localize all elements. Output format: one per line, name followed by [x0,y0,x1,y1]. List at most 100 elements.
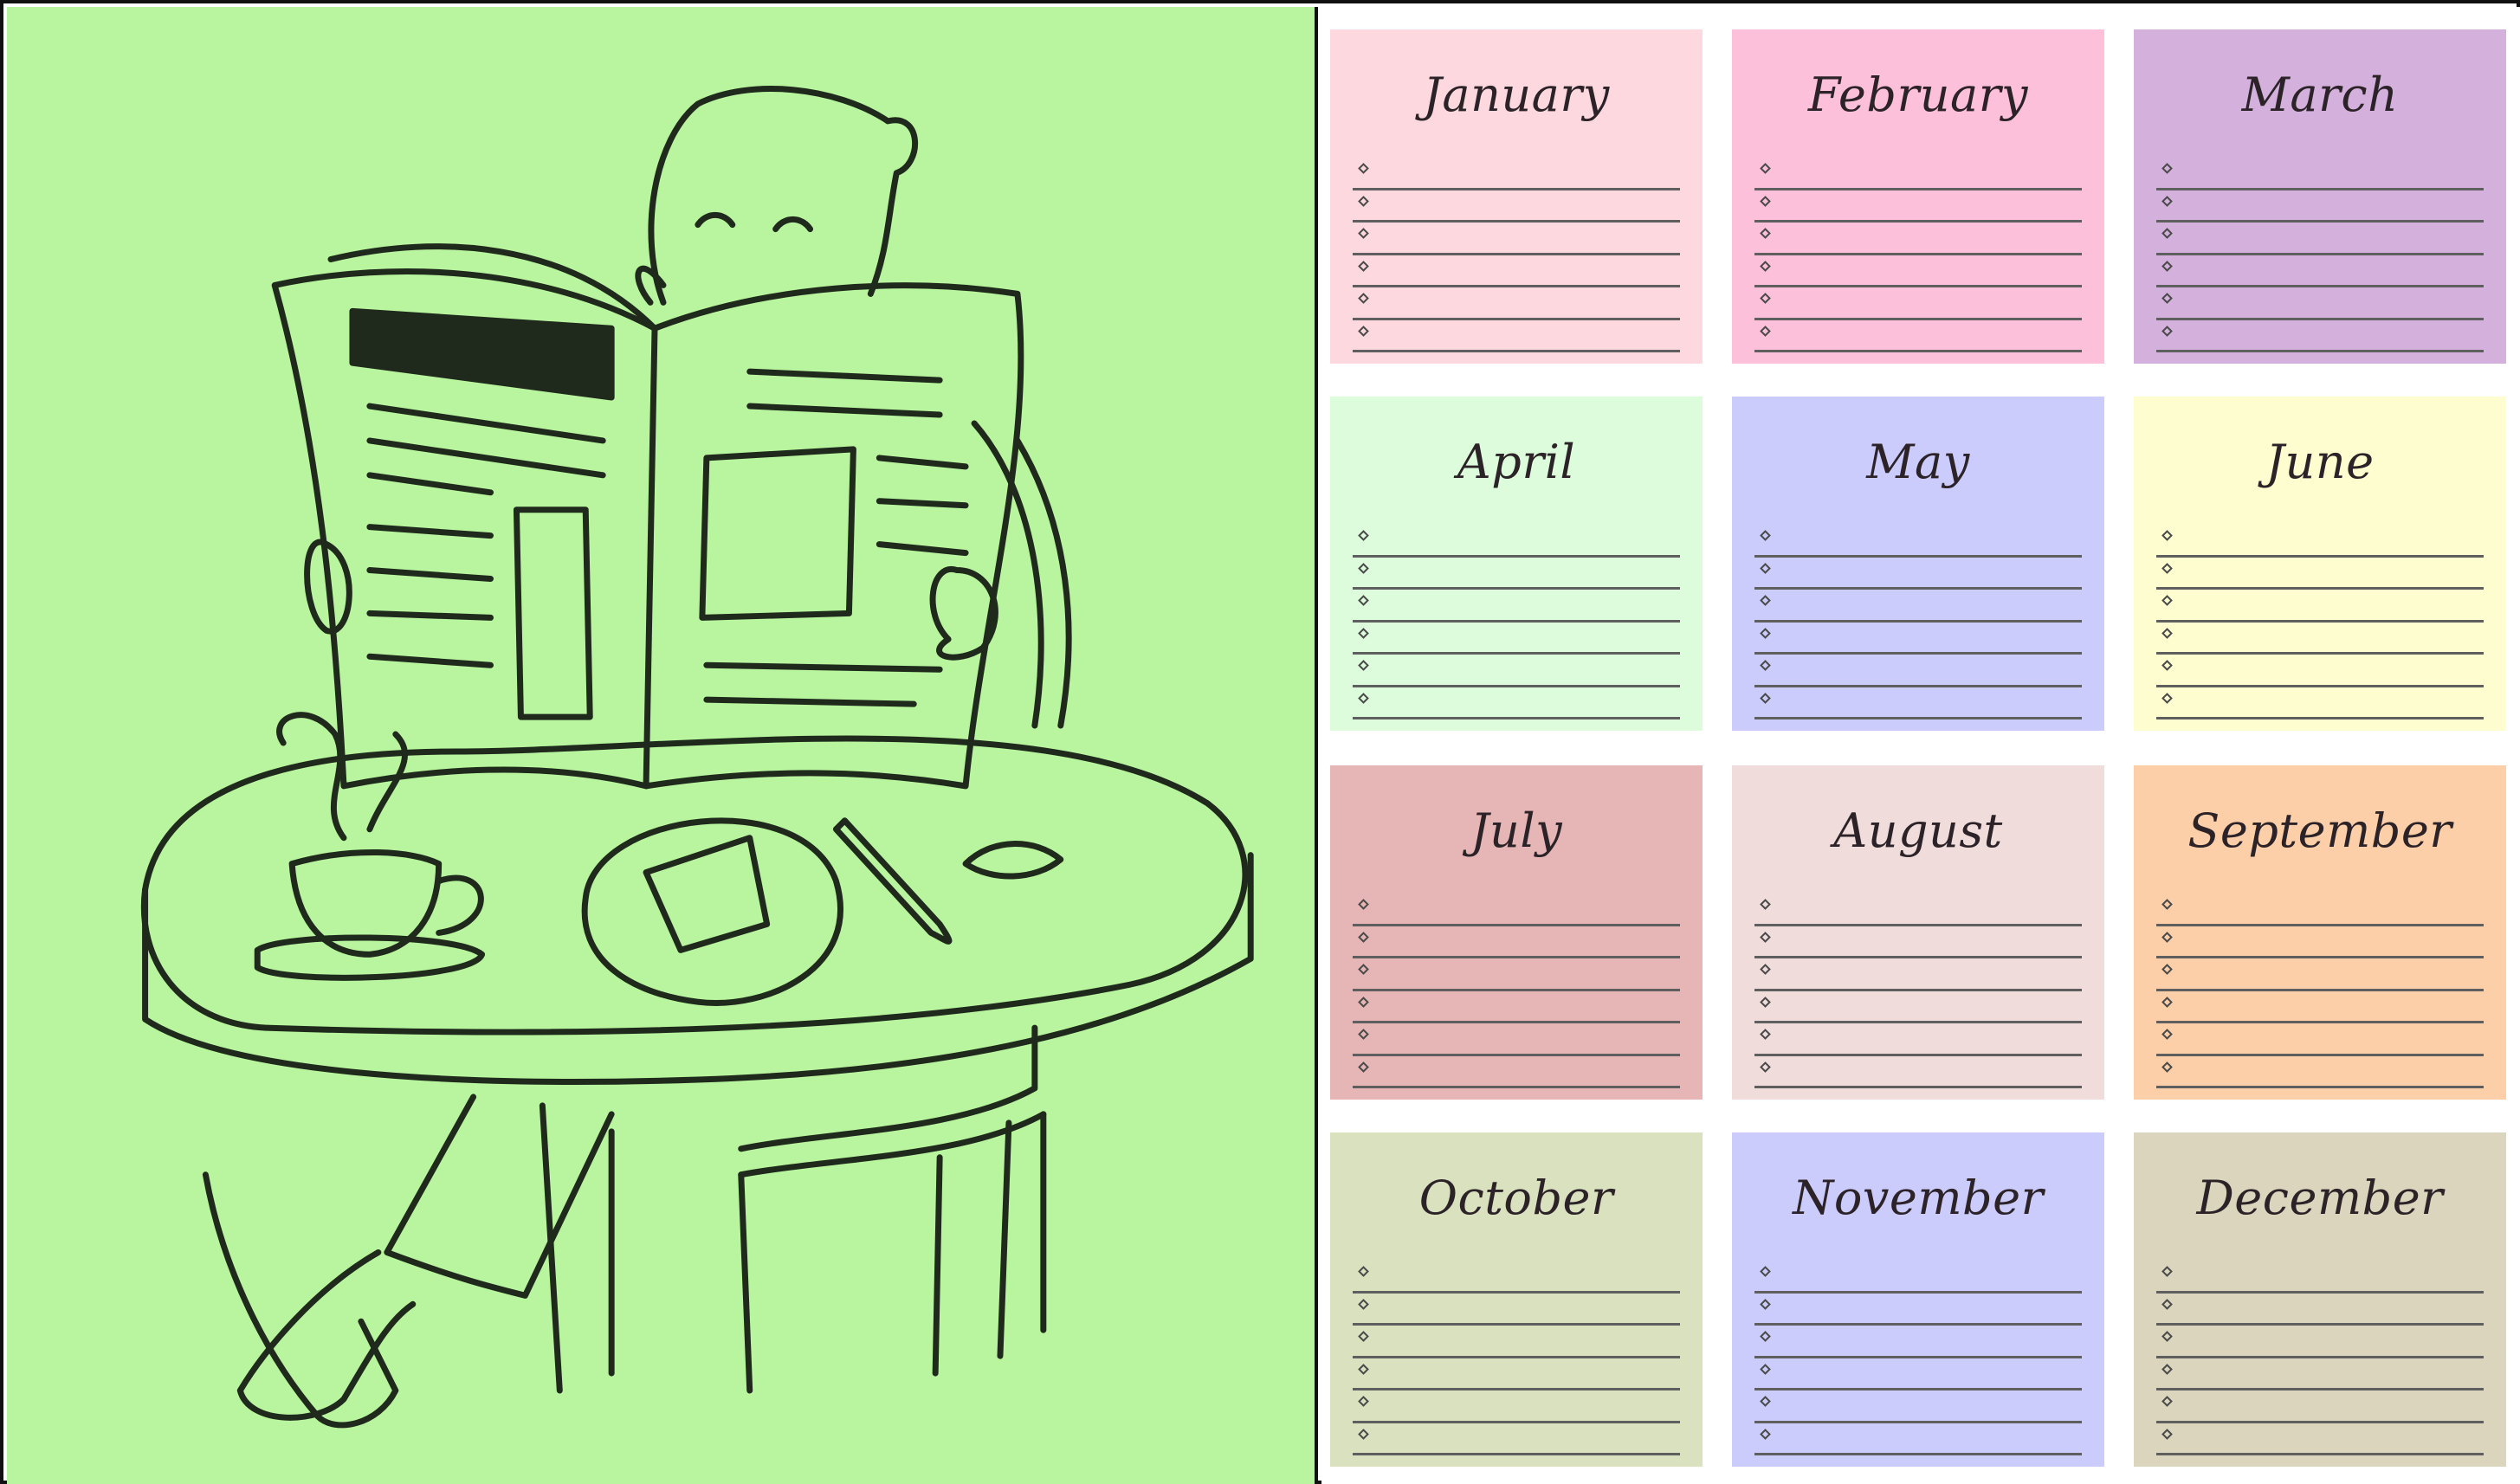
diamond-bullet-icon [1760,595,1771,606]
note-lines [1754,158,2082,352]
note-line[interactable] [1754,1423,2082,1455]
note-line[interactable] [1353,1423,1680,1455]
note-line[interactable] [1353,287,1680,320]
note-line[interactable] [1754,1261,2082,1294]
note-line[interactable] [1353,1056,1680,1088]
note-line[interactable] [2156,1261,2484,1294]
note-line[interactable] [1353,223,1680,255]
note-line[interactable] [2156,590,2484,623]
note-line[interactable] [2156,158,2484,190]
note-line[interactable] [1353,1261,1680,1294]
note-line[interactable] [1353,158,1680,190]
note-line[interactable] [2156,1390,2484,1423]
note-line[interactable] [1353,525,1680,558]
note-lines [2156,158,2484,352]
note-line[interactable] [1353,320,1680,352]
note-line[interactable] [2156,1326,2484,1358]
note-line[interactable] [1754,687,2082,719]
note-line[interactable] [1353,1326,1680,1358]
note-line[interactable] [1754,190,2082,223]
note-line[interactable] [1754,158,2082,190]
note-line[interactable] [1353,590,1680,623]
diamond-bullet-icon [1760,931,1771,943]
note-line[interactable] [1353,190,1680,223]
note-line[interactable] [2156,223,2484,255]
note-line[interactable] [2156,991,2484,1023]
note-line[interactable] [1754,1390,2082,1423]
note-line[interactable] [2156,655,2484,687]
note-line[interactable] [1353,655,1680,687]
month-card-may: May [1732,397,2104,731]
note-line[interactable] [1754,1294,2082,1326]
note-line[interactable] [2156,320,2484,352]
note-line[interactable] [1754,287,2082,320]
diamond-bullet-icon [2161,595,2173,606]
note-line[interactable] [2156,687,2484,719]
note-line[interactable] [2156,287,2484,320]
note-line[interactable] [1754,590,2082,623]
illustration-panel [7,7,1318,1484]
note-lines [1754,525,2082,719]
note-line[interactable] [2156,190,2484,223]
note-line[interactable] [1353,894,1680,926]
diamond-bullet-icon [1760,195,1771,207]
note-line[interactable] [1754,894,2082,926]
note-line[interactable] [1353,623,1680,655]
diamond-bullet-icon [1760,692,1771,704]
note-line[interactable] [1754,958,2082,991]
note-line[interactable] [1754,655,2082,687]
note-line[interactable] [1754,1358,2082,1390]
note-line[interactable] [1353,1390,1680,1423]
diamond-bullet-icon [1358,260,1369,272]
note-line[interactable] [1353,255,1680,287]
diamond-bullet-icon [1358,562,1369,574]
note-line[interactable] [1353,558,1680,590]
note-line[interactable] [2156,926,2484,958]
diamond-bullet-icon [1358,931,1369,943]
note-line[interactable] [2156,894,2484,926]
note-line[interactable] [1754,223,2082,255]
note-line[interactable] [1353,687,1680,719]
note-line[interactable] [1754,1023,2082,1056]
diamond-bullet-icon [1760,1428,1771,1440]
note-line[interactable] [2156,1294,2484,1326]
note-line[interactable] [1754,926,2082,958]
diamond-bullet-icon [1760,163,1771,174]
diamond-bullet-icon [1760,293,1771,304]
note-line[interactable] [1754,623,2082,655]
note-line[interactable] [2156,958,2484,991]
note-line[interactable] [1754,525,2082,558]
diamond-bullet-icon [1760,996,1771,1008]
diamond-bullet-icon [1358,530,1369,541]
month-card-september: September [2134,765,2506,1100]
month-title: June [2265,435,2375,489]
note-line[interactable] [2156,558,2484,590]
note-line[interactable] [2156,255,2484,287]
note-line[interactable] [1353,958,1680,991]
note-lines [1353,1261,1680,1455]
note-line[interactable] [1353,991,1680,1023]
note-line[interactable] [2156,1023,2484,1056]
note-line[interactable] [2156,623,2484,655]
note-line[interactable] [2156,1358,2484,1390]
note-line[interactable] [1754,1056,2082,1088]
month-card-october: October [1330,1132,1703,1467]
note-line[interactable] [1353,1294,1680,1326]
note-line[interactable] [1353,1358,1680,1390]
note-line[interactable] [1754,991,2082,1023]
diamond-bullet-icon [1760,627,1771,639]
diamond-bullet-icon [2161,530,2173,541]
note-line[interactable] [1754,255,2082,287]
diamond-bullet-icon [2161,1428,2173,1440]
note-line[interactable] [1353,926,1680,958]
diamond-bullet-icon [1358,964,1369,975]
diamond-bullet-icon [1358,163,1369,174]
note-line[interactable] [2156,1423,2484,1455]
note-line[interactable] [2156,1056,2484,1088]
note-line[interactable] [1754,320,2082,352]
note-line[interactable] [1754,558,2082,590]
note-line[interactable] [1754,1326,2082,1358]
note-line[interactable] [1353,1023,1680,1056]
note-line[interactable] [2156,525,2484,558]
diamond-bullet-icon [2161,1029,2173,1040]
